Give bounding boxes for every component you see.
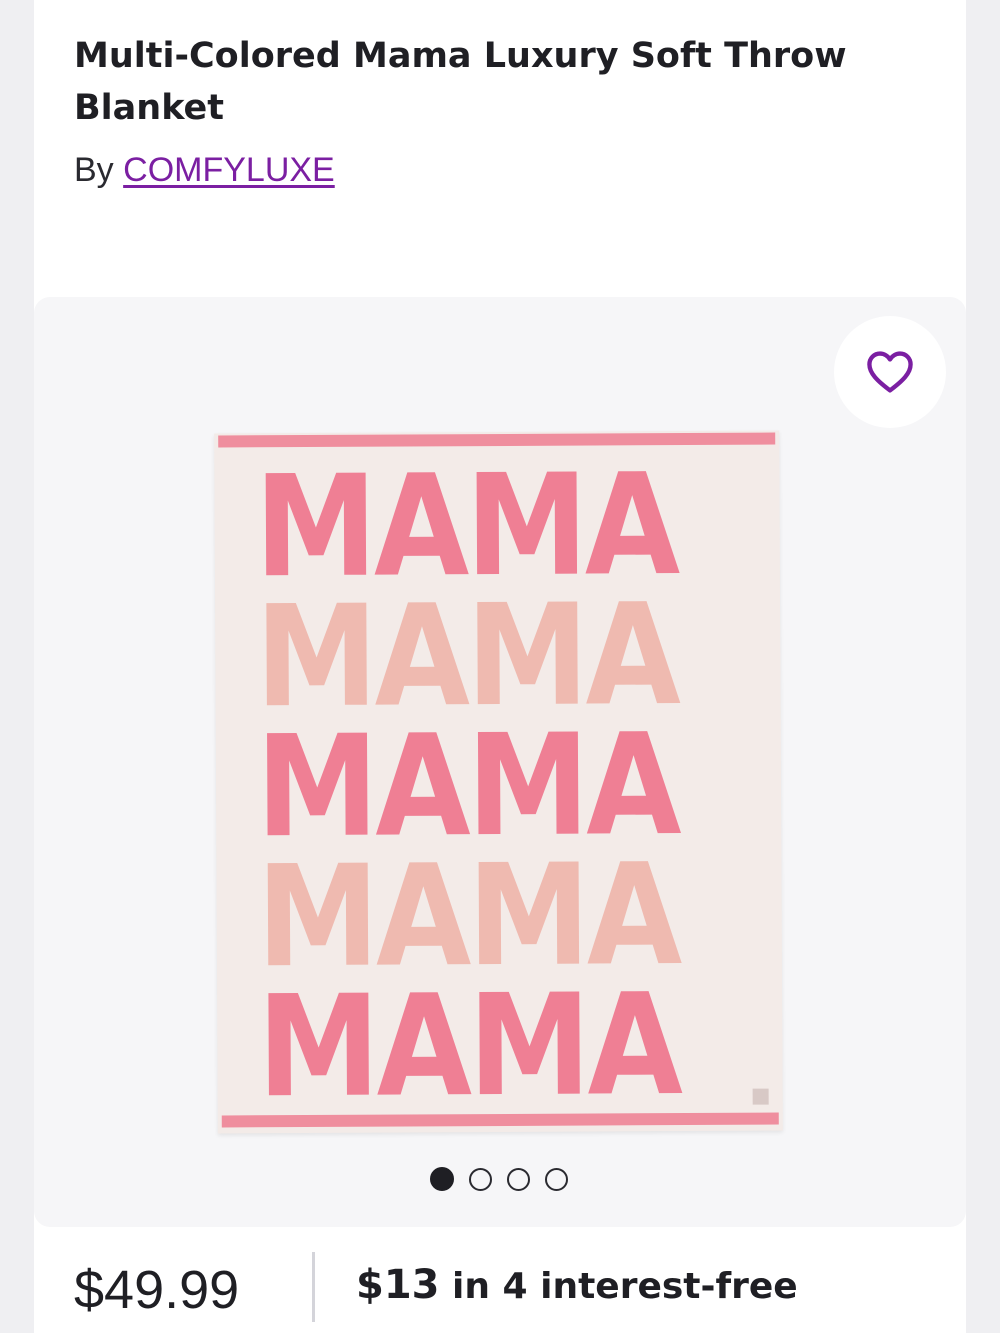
carousel-dot[interactable] — [507, 1167, 530, 1191]
carousel-pagination — [430, 1167, 568, 1191]
blanket-text-line: MAMA — [256, 964, 680, 1130]
brand-byline: By COMFYLUXE — [74, 150, 335, 190]
price-divider — [312, 1252, 315, 1322]
brand-link[interactable]: COMFYLUXE — [123, 151, 335, 189]
price-row: $49.99 $13 in 4 interest-free — [74, 1252, 954, 1322]
installment-text: in 4 interest-free — [439, 1266, 798, 1307]
product-image: MAMA MAMA MAMA MAMA MAMA — [214, 430, 783, 1134]
blanket-bottom-border — [221, 1112, 779, 1128]
carousel-dot[interactable] — [469, 1167, 492, 1191]
favorite-button[interactable] — [834, 316, 946, 428]
carousel-dot[interactable] — [545, 1167, 568, 1191]
product-price: $49.99 — [74, 1260, 240, 1320]
product-title: Multi-Colored Mama Luxury Soft Throw Bla… — [74, 36, 847, 128]
blanket-label-tag — [752, 1088, 769, 1105]
installment-info[interactable]: $13 in 4 interest-free — [356, 1260, 798, 1312]
heart-outline-icon — [867, 351, 913, 393]
carousel-dot[interactable] — [430, 1167, 454, 1191]
by-label: By — [74, 151, 114, 189]
installment-amount: $13 — [356, 1262, 440, 1308]
